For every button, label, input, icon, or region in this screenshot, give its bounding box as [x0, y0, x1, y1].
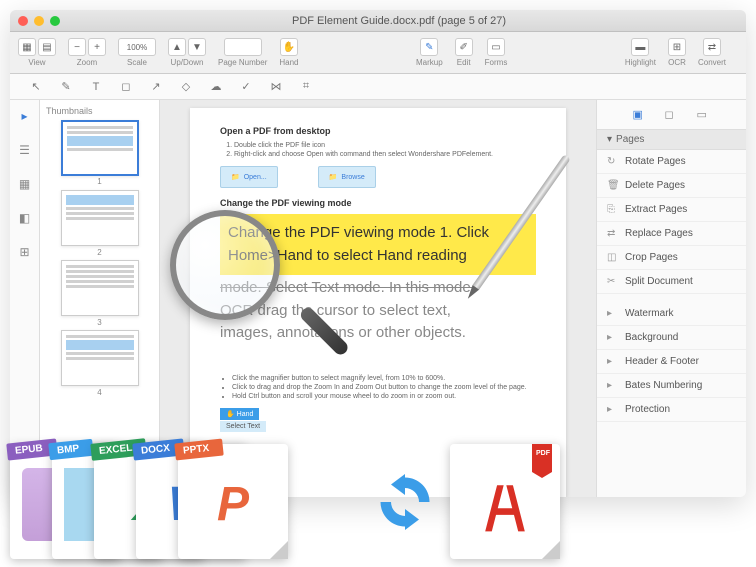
view-label: View [28, 58, 45, 67]
header-footer-item[interactable]: ▸Header & Footer [597, 350, 746, 374]
scale-value[interactable]: 100% [118, 38, 156, 56]
doc-bullets: Click the magnifier button to select mag… [220, 375, 536, 400]
convert-label: Convert [698, 58, 726, 67]
crop-pages-item[interactable]: ◫Crop Pages [597, 246, 746, 270]
up-btn[interactable]: ▲ [168, 38, 186, 56]
scale-label: Scale [127, 58, 147, 67]
close-icon[interactable] [18, 16, 28, 26]
thumbnail-2[interactable]: 2 [61, 190, 139, 246]
link-icon[interactable]: ⋈ [268, 79, 284, 95]
thumbnail-1[interactable]: 1 [61, 120, 139, 176]
tab3-icon[interactable]: ▭ [697, 108, 711, 122]
thumbnails-header: Thumbnails [46, 106, 153, 116]
extract-pages-item[interactable]: ⎘Extract Pages [597, 198, 746, 222]
titlebar: PDF Element Guide.docx.pdf (page 5 of 27… [10, 10, 746, 32]
ocr-btn[interactable]: ⊞ [668, 38, 686, 56]
doc-heading-1: Open a PDF from desktop [220, 126, 536, 136]
pen-icon[interactable]: ✎ [58, 79, 74, 95]
delete-pages-item[interactable]: 🗑Delete Pages [597, 174, 746, 198]
text-icon[interactable]: T [88, 79, 104, 95]
bates-item[interactable]: ▸Bates Numbering [597, 374, 746, 398]
document-area[interactable]: Open a PDF from desktop Double click the… [160, 100, 596, 497]
arrow-icon[interactable]: ↗ [148, 79, 164, 95]
callout-icon[interactable]: ◇ [178, 79, 194, 95]
markup-btn[interactable]: ✎ [420, 38, 438, 56]
panel-header: ▾Pages [597, 130, 746, 150]
layers-tab-icon[interactable]: ▦ [17, 176, 33, 192]
zoom-out-btn[interactable]: − [68, 38, 86, 56]
watermark-item[interactable]: ▸Watermark [597, 302, 746, 326]
pages-tab-icon[interactable]: ▣ [633, 108, 647, 122]
highlight-btn[interactable]: ▬ [631, 38, 649, 56]
open-button[interactable]: 📁Open... [220, 166, 278, 188]
thumbnail-4[interactable]: 4 [61, 330, 139, 386]
hand-label: Hand [279, 58, 298, 67]
browse-button[interactable]: 📁Browse [318, 166, 376, 188]
ocr-label: OCR [668, 58, 686, 67]
thumbnails-panel: Thumbnails 1 2 3 4 [40, 100, 160, 497]
updown-label: Up/Down [171, 58, 204, 67]
body: ▸ ☰ ▦ ◧ ⊞ Thumbnails 1 2 3 4 Open a PDF … [10, 100, 746, 497]
toolbar: ▦▤ View −+ Zoom 100% Scale ▲▼ Up/Down Page N… [10, 32, 746, 74]
edit-btn[interactable]: ✐ [455, 38, 473, 56]
doc-body: mode. Select Text mode. In this mode, OC… [220, 277, 536, 345]
view-btn[interactable]: ▦ [18, 38, 36, 56]
cursor-icon[interactable]: ↖ [28, 79, 44, 95]
search-tab-icon[interactable]: ⊞ [17, 244, 33, 260]
rotate-pages-item[interactable]: ↻Rotate Pages [597, 150, 746, 174]
right-panel: ▣ ◻ ▭ ▾Pages ↻Rotate Pages 🗑Delete Pages… [596, 100, 746, 497]
doc-list-item: Right-click and choose Open with command… [234, 151, 536, 158]
stamp-icon[interactable]: ✓ [238, 79, 254, 95]
tab2-icon[interactable]: ◻ [665, 108, 679, 122]
shape-icon[interactable]: ◻ [118, 79, 134, 95]
pagenum-label: Page Number [218, 58, 267, 67]
window-title: PDF Element Guide.docx.pdf (page 5 of 27… [60, 15, 738, 27]
convert-btn[interactable]: ⇄ [703, 38, 721, 56]
highlighted-text: Change the PDF viewing mode 1. ClickHome… [220, 214, 536, 275]
doc-heading-2: Change the PDF viewing mode [220, 198, 536, 208]
thumbnail-3[interactable]: 3 [61, 260, 139, 316]
split-doc-item[interactable]: ✂Split Document [597, 270, 746, 294]
mode-box: ✋ Hand Select Text [220, 408, 536, 432]
maximize-icon[interactable] [50, 16, 60, 26]
replace-pages-item[interactable]: ⇄Replace Pages [597, 222, 746, 246]
minimize-icon[interactable] [34, 16, 44, 26]
doc-list-item: Double click the PDF file icon [234, 142, 536, 149]
forms-btn[interactable]: ▭ [487, 38, 505, 56]
zoom-label: Zoom [77, 58, 97, 67]
page: Open a PDF from desktop Double click the… [190, 108, 566, 497]
subtoolbar: ↖ ✎ T ◻ ↗ ◇ ☁ ✓ ⋈ ⌗ [10, 74, 746, 100]
zoom-in-btn[interactable]: + [88, 38, 106, 56]
down-btn[interactable]: ▼ [188, 38, 206, 56]
background-item[interactable]: ▸Background [597, 326, 746, 350]
edit-label: Edit [457, 58, 471, 67]
view-btn2[interactable]: ▤ [38, 38, 56, 56]
forms-label: Forms [485, 58, 508, 67]
app-window: PDF Element Guide.docx.pdf (page 5 of 27… [10, 10, 746, 497]
cloud-icon[interactable]: ☁ [208, 79, 224, 95]
attachments-tab-icon[interactable]: ◧ [17, 210, 33, 226]
thumbnails-tab-icon[interactable]: ▸ [17, 108, 33, 124]
highlight-label: Highlight [625, 58, 656, 67]
markup-label: Markup [416, 58, 443, 67]
left-rail: ▸ ☰ ▦ ◧ ⊞ [10, 100, 40, 497]
page-num[interactable] [224, 38, 262, 56]
window-controls [18, 16, 60, 26]
bookmarks-tab-icon[interactable]: ☰ [17, 142, 33, 158]
attach-icon[interactable]: ⌗ [298, 79, 314, 95]
hand-btn[interactable]: ✋ [280, 38, 298, 56]
protection-item[interactable]: ▸Protection [597, 398, 746, 422]
